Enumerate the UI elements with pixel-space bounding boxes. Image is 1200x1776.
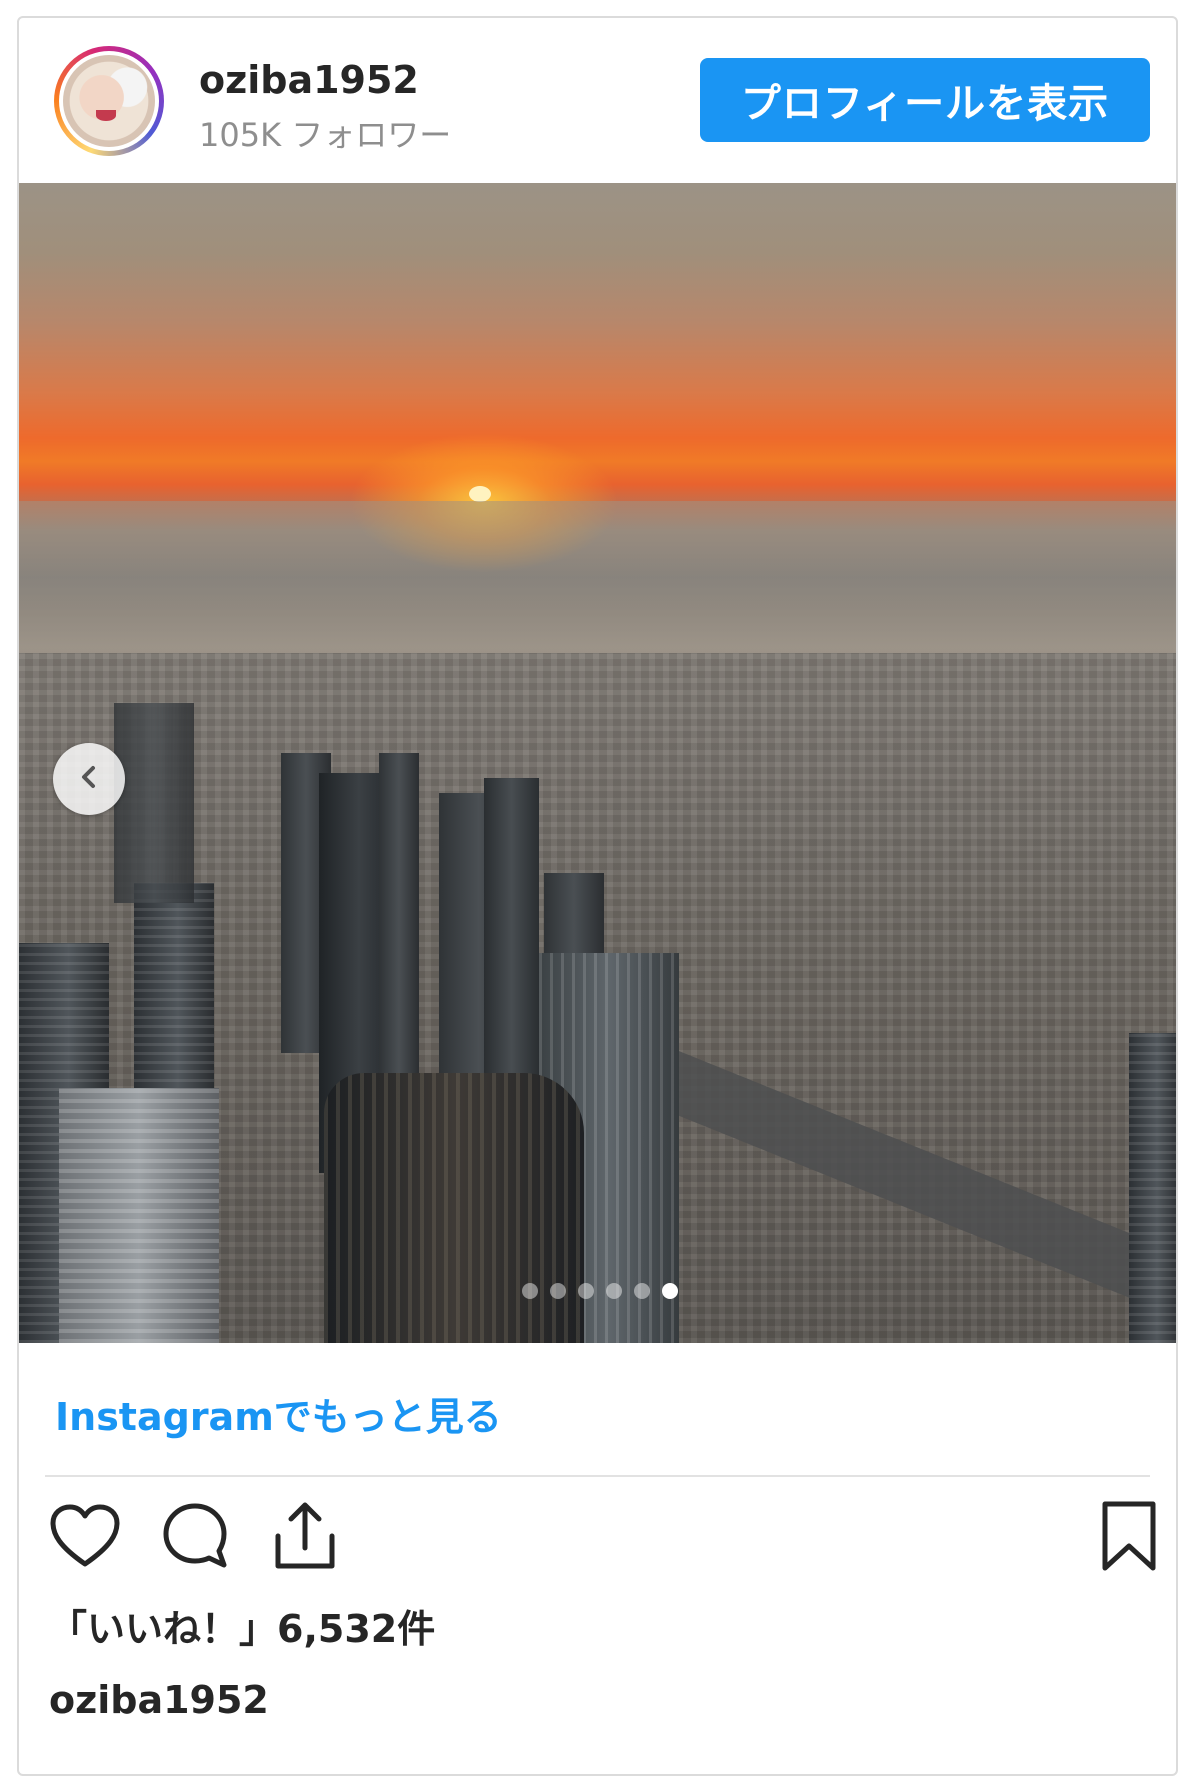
carousel-dot[interactable] — [605, 1283, 622, 1299]
caption-username[interactable]: oziba1952 — [49, 1678, 269, 1722]
building — [59, 1088, 219, 1343]
building — [544, 873, 604, 963]
view-more-on-instagram-link[interactable]: Instagramでもっと見る — [55, 1386, 502, 1441]
post-header: oziba1952 105K フォロワー プロフィールを表示 — [19, 18, 1176, 183]
divider — [45, 1475, 1150, 1477]
action-bar — [19, 1498, 1176, 1588]
like-count: 「いいね！」6,532件 — [49, 1607, 436, 1651]
post-photo[interactable] — [19, 183, 1176, 1343]
building — [379, 753, 419, 1083]
sea — [19, 501, 1176, 661]
carousel-dot[interactable] — [521, 1283, 538, 1299]
carousel-dot-active[interactable] — [661, 1283, 678, 1299]
heart-icon — [49, 1504, 121, 1572]
carousel-indicator — [19, 1283, 1176, 1299]
carousel-dot[interactable] — [577, 1283, 594, 1299]
bookmark-icon — [1099, 1500, 1159, 1576]
comment-icon — [160, 1501, 230, 1575]
like-button[interactable] — [45, 1498, 125, 1578]
follower-count: 105K フォロワー — [199, 116, 452, 154]
previous-slide-button[interactable] — [53, 743, 125, 815]
avatar[interactable] — [54, 46, 164, 156]
building — [324, 1073, 584, 1343]
username[interactable]: oziba1952 — [199, 58, 419, 102]
view-profile-button[interactable]: プロフィールを表示 — [700, 58, 1150, 142]
chevron-left-icon — [74, 762, 104, 796]
comment-button[interactable] — [155, 1498, 235, 1578]
sun — [469, 486, 491, 502]
carousel-dot[interactable] — [549, 1283, 566, 1299]
share-icon — [272, 1500, 338, 1576]
carousel-dot[interactable] — [633, 1283, 650, 1299]
share-button[interactable] — [265, 1498, 345, 1578]
instagram-embed-card: oziba1952 105K フォロワー プロフィールを表示 Instagram… — [17, 16, 1178, 1776]
save-button[interactable] — [1089, 1498, 1169, 1578]
building — [114, 703, 194, 903]
avatar-image — [63, 55, 155, 147]
